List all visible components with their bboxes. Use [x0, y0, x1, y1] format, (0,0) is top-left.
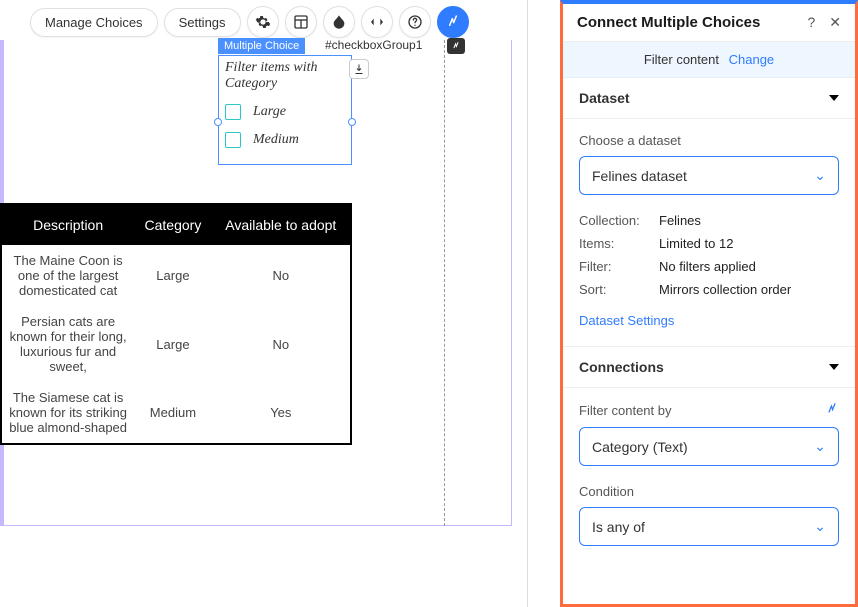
col-header-description: Description — [2, 205, 134, 245]
panel-header: Connect Multiple Choices ? ✕ — [563, 4, 855, 42]
dataset-section-body: Choose a dataset Felines dataset ⌄ Colle… — [563, 119, 855, 347]
chevron-down-icon — [829, 364, 839, 370]
chevron-down-icon: ⌄ — [814, 438, 826, 455]
resize-handle-left[interactable] — [214, 118, 222, 126]
chevron-down-icon: ⌄ — [814, 167, 826, 184]
dataset-settings-link[interactable]: Dataset Settings — [579, 313, 674, 328]
cell-category: Large — [134, 306, 211, 382]
data-binding-icon[interactable] — [437, 6, 469, 38]
checkbox-group-title: Filter items with Category — [219, 56, 351, 92]
close-icon[interactable]: ✕ — [829, 14, 841, 31]
checkbox-options: Large Medium — [219, 92, 351, 164]
table-row[interactable]: The Maine Coon is one of the largest dom… — [2, 245, 350, 306]
connect-panel: Connect Multiple Choices ? ✕ Filter cont… — [560, 0, 858, 607]
meta-filter: Filter:No filters applied — [579, 259, 839, 274]
condition-value: Is any of — [592, 519, 645, 535]
data-table[interactable]: Description Category Available to adopt … — [0, 203, 352, 445]
connections-section-body: Filter content by Category (Text) ⌄ Cond… — [563, 388, 855, 564]
option-label: Medium — [253, 132, 299, 148]
option-label: Large — [253, 104, 286, 120]
design-icon[interactable] — [323, 6, 355, 38]
dataset-section-header[interactable]: Dataset — [563, 78, 855, 119]
checkbox-option[interactable]: Large — [225, 98, 345, 126]
change-link[interactable]: Change — [729, 52, 775, 67]
help-icon[interactable] — [399, 6, 431, 38]
connections-section-title: Connections — [579, 359, 664, 375]
checkbox-icon — [225, 132, 241, 148]
cell-description: The Maine Coon is one of the largest dom… — [2, 245, 134, 306]
choose-dataset-label: Choose a dataset — [579, 133, 839, 148]
dataset-select[interactable]: Felines dataset ⌄ — [579, 156, 839, 195]
element-id-label: #checkboxGroup1 — [325, 38, 422, 52]
sync-icon[interactable] — [825, 402, 839, 419]
settings-button[interactable]: Settings — [164, 8, 241, 37]
guide-line — [444, 40, 445, 526]
filter-content-by-label: Filter content by — [579, 403, 672, 418]
manage-choices-button[interactable]: Manage Choices — [30, 8, 158, 37]
table-header-row: Description Category Available to adopt — [2, 205, 350, 245]
checkbox-option[interactable]: Medium — [225, 126, 345, 154]
filter-bar-label: Filter content — [644, 52, 719, 67]
resize-handle-right[interactable] — [348, 118, 356, 126]
table-row[interactable]: Persian cats are known for their long, l… — [2, 306, 350, 382]
editor-canvas: Manage Choices Settings Multiple Choice … — [0, 0, 528, 607]
table-row[interactable]: The Siamese cat is known for its strikin… — [2, 382, 350, 443]
cell-available: No — [212, 306, 350, 382]
cell-category: Large — [134, 245, 211, 306]
filter-field-value: Category (Text) — [592, 439, 688, 455]
meta-sort: Sort:Mirrors collection order — [579, 282, 839, 297]
download-icon[interactable] — [349, 59, 369, 79]
panel-help-icon[interactable]: ? — [807, 14, 815, 31]
swap-icon[interactable] — [447, 38, 465, 54]
filter-field-select[interactable]: Category (Text) ⌄ — [579, 427, 839, 466]
dataset-section-title: Dataset — [579, 90, 630, 106]
meta-collection: Collection:Felines — [579, 213, 839, 228]
checkbox-icon — [225, 104, 241, 120]
chevron-down-icon — [829, 95, 839, 101]
filter-content-bar: Filter content Change — [563, 42, 855, 78]
condition-select[interactable]: Is any of ⌄ — [579, 507, 839, 546]
cell-category: Medium — [134, 382, 211, 443]
checkbox-group-element[interactable]: Multiple Choice #checkboxGroup1 Filter i… — [218, 55, 352, 165]
condition-label: Condition — [579, 484, 839, 499]
gear-icon[interactable] — [247, 6, 279, 38]
panel-title: Connect Multiple Choices — [577, 14, 760, 31]
cell-description: The Siamese cat is known for its strikin… — [2, 382, 134, 443]
cell-available: Yes — [212, 382, 350, 443]
layout-icon[interactable] — [285, 6, 317, 38]
col-header-available: Available to adopt — [212, 205, 350, 245]
chevron-down-icon: ⌄ — [814, 518, 826, 535]
stretch-icon[interactable] — [361, 6, 393, 38]
cell-description: Persian cats are known for their long, l… — [2, 306, 134, 382]
meta-items: Items:Limited to 12 — [579, 236, 839, 251]
element-type-badge: Multiple Choice — [218, 38, 305, 54]
cell-available: No — [212, 245, 350, 306]
dataset-selected-value: Felines dataset — [592, 168, 687, 184]
element-toolbar: Manage Choices Settings — [30, 6, 469, 38]
connections-section-header[interactable]: Connections — [563, 347, 855, 388]
col-header-category: Category — [134, 205, 211, 245]
